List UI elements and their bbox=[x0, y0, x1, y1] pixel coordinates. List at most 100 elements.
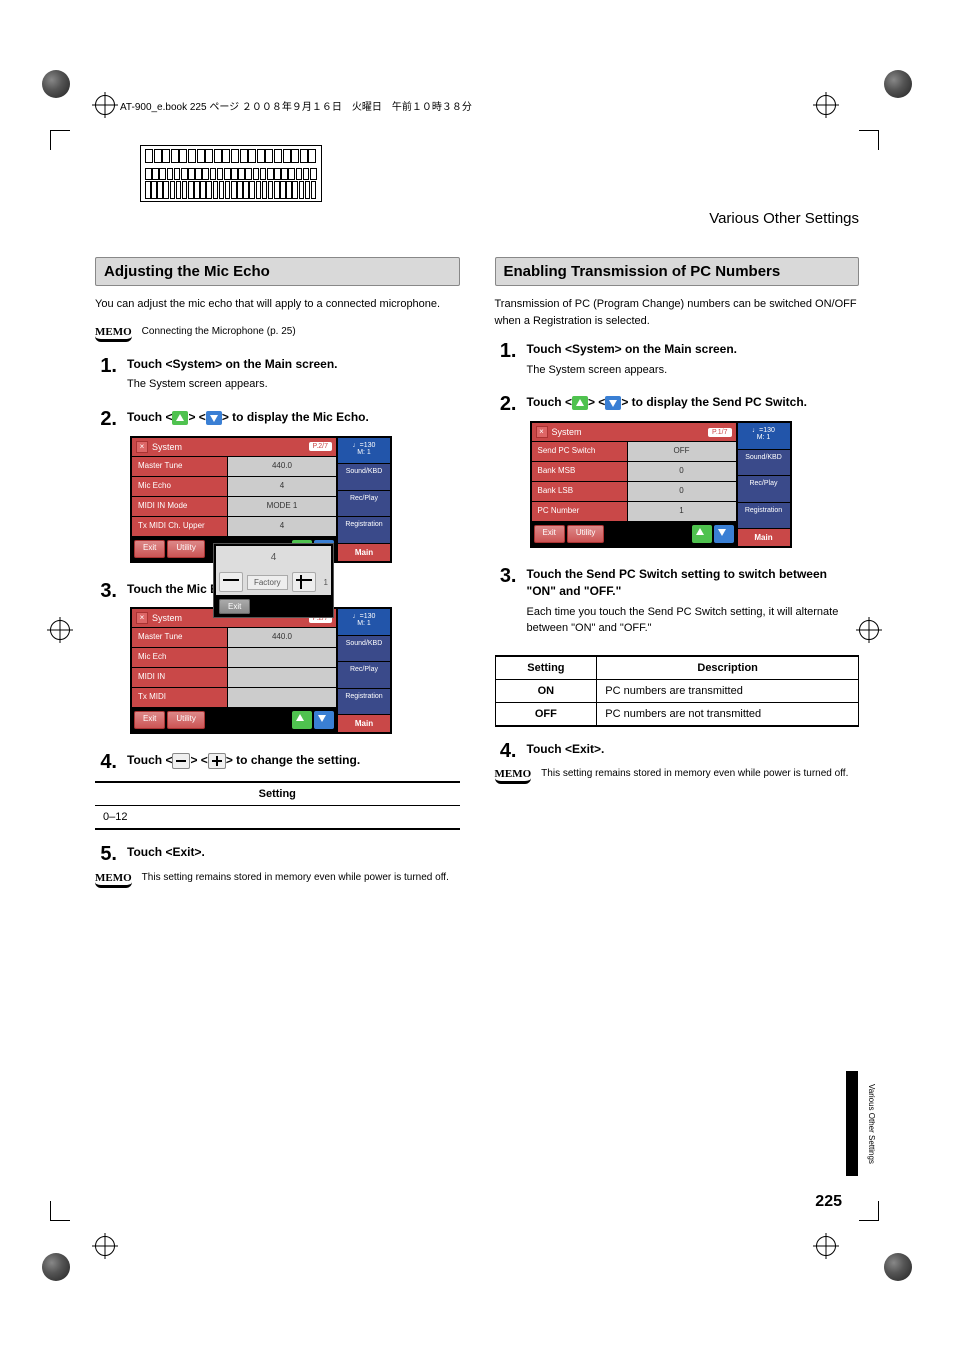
tab-registration[interactable]: Registration bbox=[338, 689, 390, 715]
row-value[interactable] bbox=[228, 668, 336, 687]
exit-button[interactable]: Exit bbox=[134, 711, 165, 729]
popup-value: 4 bbox=[216, 546, 331, 569]
registration-mark bbox=[816, 95, 836, 115]
plus-button[interactable] bbox=[292, 572, 316, 592]
step-text: > < bbox=[588, 395, 605, 409]
step-text: > to display the Send PC Switch. bbox=[621, 395, 807, 409]
step-text: Touch < bbox=[127, 753, 172, 767]
step-title: Touch <Exit>. bbox=[527, 741, 860, 758]
minus-button[interactable] bbox=[219, 572, 243, 592]
row-value[interactable]: 0 bbox=[628, 462, 736, 481]
step-text: Touch < bbox=[527, 395, 572, 409]
exit-button[interactable]: Exit bbox=[534, 525, 565, 543]
row-label[interactable]: PC Number bbox=[532, 502, 627, 521]
intro-text: You can adjust the mic echo that will ap… bbox=[95, 296, 460, 313]
row-value[interactable]: 4 bbox=[228, 477, 336, 496]
tab-registration[interactable]: Registration bbox=[738, 503, 790, 529]
step-sub: The System screen appears. bbox=[127, 376, 460, 393]
heading-pc-numbers: Enabling Transmission of PC Numbers bbox=[495, 257, 860, 286]
close-icon[interactable]: × bbox=[536, 426, 548, 438]
row-label[interactable]: MIDI IN Mode bbox=[132, 497, 227, 516]
memo-icon: MEMO bbox=[495, 767, 532, 784]
row-value[interactable]: MODE 1 bbox=[228, 497, 336, 516]
tab-main[interactable]: Main bbox=[338, 544, 390, 561]
settings-table: Setting 0–12 bbox=[95, 781, 460, 830]
nav-down-button[interactable] bbox=[714, 525, 734, 543]
close-icon[interactable]: × bbox=[136, 441, 148, 453]
tempo-display: ♩=130M: 1 bbox=[338, 438, 390, 464]
row-label[interactable]: Bank MSB bbox=[532, 462, 627, 481]
step-number: 3. bbox=[495, 566, 517, 647]
row-value[interactable]: 440.0 bbox=[228, 457, 336, 476]
step-number: 2. bbox=[495, 394, 517, 415]
tab-main[interactable]: Main bbox=[338, 715, 390, 732]
row-label[interactable]: Send PC Switch bbox=[532, 442, 627, 461]
row-label[interactable]: Tx MIDI bbox=[132, 688, 227, 707]
print-header: AT-900_e.book 225 ページ ２００８年９月１６日 火曜日 午前１… bbox=[120, 98, 472, 113]
step-sub: Each time you touch the Send PC Switch s… bbox=[527, 604, 860, 637]
nav-up-button[interactable] bbox=[692, 525, 712, 543]
triangle-down-icon bbox=[605, 396, 621, 410]
table-cell: 0–12 bbox=[95, 806, 460, 830]
memo-icon: MEMO bbox=[95, 871, 132, 888]
tab-rec-play[interactable]: Rec/Play bbox=[338, 662, 390, 688]
row-value[interactable]: 4 bbox=[228, 517, 336, 536]
print-corner-tl bbox=[42, 70, 70, 98]
step-sub: The System screen appears. bbox=[527, 362, 860, 379]
right-column: Enabling Transmission of PC Numbers Tran… bbox=[495, 257, 860, 902]
registration-mark bbox=[95, 1236, 115, 1256]
exit-button[interactable]: Exit bbox=[134, 540, 165, 558]
page-number: 225 bbox=[815, 1193, 842, 1211]
registration-mark bbox=[816, 1236, 836, 1256]
tab-rec-play[interactable]: Rec/Play bbox=[338, 491, 390, 517]
tab-sound-kbd[interactable]: Sound/KBD bbox=[338, 636, 390, 662]
row-label[interactable]: MIDI IN bbox=[132, 668, 227, 687]
close-icon[interactable]: × bbox=[136, 612, 148, 624]
tab-sound-kbd[interactable]: Sound/KBD bbox=[738, 450, 790, 476]
row-label[interactable]: Bank LSB bbox=[532, 482, 627, 501]
row-label[interactable]: Mic Ech bbox=[132, 648, 227, 667]
factory-button[interactable]: Factory bbox=[247, 575, 288, 590]
row-value[interactable]: 440.0 bbox=[228, 628, 336, 647]
tab-registration[interactable]: Registration bbox=[338, 517, 390, 543]
screen-title: System bbox=[552, 427, 582, 437]
row-label[interactable]: Master Tune bbox=[132, 457, 227, 476]
step-number: 4. bbox=[495, 741, 517, 762]
nav-down-button[interactable] bbox=[314, 711, 334, 729]
row-value[interactable]: 1 bbox=[628, 502, 736, 521]
step-number: 3. bbox=[95, 581, 117, 602]
popup-exit-button[interactable]: Exit bbox=[219, 599, 250, 614]
row-value[interactable] bbox=[228, 688, 336, 707]
memo-text: This setting remains stored in memory ev… bbox=[142, 871, 449, 885]
utility-button[interactable]: Utility bbox=[567, 525, 605, 543]
row-value[interactable] bbox=[228, 648, 336, 667]
step-title: Touch <> <> to display the Mic Echo. bbox=[127, 409, 460, 426]
step-text: > to change the setting. bbox=[226, 753, 360, 767]
page-indicator: P.2/7 bbox=[309, 442, 332, 451]
intro-text: Transmission of PC (Program Change) numb… bbox=[495, 296, 860, 329]
heading-mic-echo: Adjusting the Mic Echo bbox=[95, 257, 460, 286]
row-value[interactable]: OFF bbox=[628, 442, 736, 461]
tab-sound-kbd[interactable]: Sound/KBD bbox=[338, 464, 390, 490]
page-section-title: Various Other Settings bbox=[60, 210, 859, 227]
nav-up-button[interactable] bbox=[292, 711, 312, 729]
memo-text: This setting remains stored in memory ev… bbox=[541, 767, 848, 781]
row-label[interactable]: Tx MIDI Ch. Upper bbox=[132, 517, 227, 536]
step-text: > to display the Mic Echo. bbox=[222, 410, 369, 424]
row-label[interactable]: Mic Echo bbox=[132, 477, 227, 496]
table-cell: ON bbox=[495, 679, 597, 702]
step-title: Touch <System> on the Main screen. bbox=[127, 356, 460, 373]
tab-main[interactable]: Main bbox=[738, 529, 790, 546]
print-corner-br bbox=[884, 1253, 912, 1281]
product-illustration bbox=[140, 145, 322, 202]
step-number: 1. bbox=[495, 341, 517, 388]
row-label[interactable]: Master Tune bbox=[132, 628, 227, 647]
plus-icon bbox=[208, 753, 226, 769]
utility-button[interactable]: Utility bbox=[167, 540, 205, 558]
triangle-up-icon bbox=[172, 411, 188, 425]
tab-rec-play[interactable]: Rec/Play bbox=[738, 476, 790, 502]
utility-button[interactable]: Utility bbox=[167, 711, 205, 729]
table-cell: PC numbers are transmitted bbox=[597, 679, 859, 702]
row-value[interactable]: 0 bbox=[628, 482, 736, 501]
tempo-display: ♩=130M: 1 bbox=[338, 609, 390, 635]
